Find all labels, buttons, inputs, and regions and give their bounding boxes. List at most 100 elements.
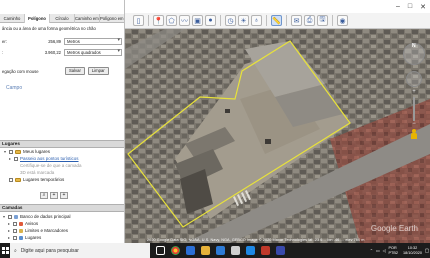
system-tray: ⌃ ▭ ◁ POR PTB2 10:32 18/10/2020 [370, 243, 422, 258]
places-header[interactable]: Lugares [0, 140, 124, 148]
checkbox[interactable] [13, 221, 17, 226]
look-joystick-icon[interactable] [406, 71, 422, 87]
network-icon[interactable]: ▭ [376, 248, 380, 253]
taskbar-apps [156, 246, 285, 255]
borders-icon [19, 228, 23, 233]
sunlight-icon[interactable]: ☀ [238, 15, 249, 26]
search-result-item[interactable]: Campo [6, 85, 22, 91]
google-earth-app-icon[interactable] [231, 246, 240, 255]
zoom-track[interactable] [413, 97, 415, 121]
map-status-bar: 2020 Google Data SIO, NOAA, U.S. Navy, N… [147, 238, 365, 242]
toolbar-separator [148, 15, 149, 26]
checkbox[interactable] [9, 149, 13, 154]
compass-icon[interactable]: N [403, 43, 425, 65]
checkbox[interactable] [8, 214, 12, 219]
add-icon[interactable]: + [50, 192, 58, 199]
measure-tabs: Caminho Polígono Círculo Caminho em 3D P… [0, 14, 124, 23]
outlook-icon[interactable] [186, 246, 195, 255]
store-icon[interactable] [216, 246, 225, 255]
historical-imagery-icon[interactable]: ◷ [225, 15, 236, 26]
checkbox[interactable] [9, 177, 13, 182]
tab-3d-polygon[interactable]: Polígono em 3D [100, 14, 124, 23]
area-label: : [2, 49, 4, 55]
ruler-icon[interactable]: 📏 [271, 15, 282, 26]
list-item[interactable]: ▸ Lugares [0, 234, 124, 241]
street-view-pegman-icon[interactable] [411, 129, 417, 139]
list-item[interactable]: ▾ Banco de dados principal [0, 213, 124, 220]
taskbar-search-placeholder: Digite aqui para pesquisar [20, 247, 79, 254]
zoom-in-icon[interactable]: + [410, 89, 418, 95]
save-image-icon[interactable]: 🖫 [317, 15, 328, 26]
clock[interactable]: 10:32 18/10/2020 [403, 246, 422, 255]
volume-icon[interactable]: ◁ [383, 248, 386, 253]
mouse-navigation-checkbox[interactable]: egação com mouse [2, 69, 62, 74]
tab-circle[interactable]: Círculo [50, 14, 75, 23]
list-item-label: Meus lugares [23, 149, 51, 154]
folder-icon [15, 177, 21, 182]
tab-3d-path[interactable]: Caminho em 3D [75, 14, 100, 23]
measure-description: ância ou a área de uma forma geométrica … [2, 26, 96, 31]
file-explorer-icon[interactable] [201, 246, 210, 255]
list-item[interactable]: ▸ Limites e Marcadores [0, 227, 124, 234]
measure-actions: egação com mouse Salvar Limpar [0, 66, 124, 76]
zoom-slider[interactable]: + − [410, 89, 418, 127]
taskbar-search-input[interactable]: ⌕ Digite aqui para pesquisar [10, 243, 150, 258]
title-bar: – □ ✕ [125, 0, 430, 13]
places-toolbar: ⌕ + + [40, 192, 70, 199]
save-button[interactable]: Salvar [65, 67, 85, 75]
folder-icon [15, 149, 21, 154]
image-overlay-icon[interactable]: ▣ [192, 15, 203, 26]
chevron-up-icon[interactable]: ⌃ [370, 248, 373, 253]
zoom-out-icon[interactable]: − [410, 121, 418, 127]
notifications-icon[interactable]: ▢ [424, 243, 430, 258]
sidebar: Caminho Polígono Círculo Caminho em 3D P… [0, 0, 125, 243]
placemark-icon[interactable]: 📍 [153, 15, 164, 26]
search-icon[interactable]: ⌕ [40, 192, 48, 199]
path-icon[interactable]: 〰 [179, 15, 190, 26]
record-tour-icon[interactable]: ● [205, 15, 216, 26]
sidebar-toggle-icon[interactable]: ▯ [133, 15, 144, 26]
tab-path[interactable]: Caminho [0, 14, 25, 23]
area-unit-select[interactable]: Metros quadrados [64, 48, 122, 56]
email-icon[interactable]: ✉ [291, 15, 302, 26]
list-item-label: Certifique-se de que a camada [20, 163, 82, 168]
language-indicator[interactable]: POR PTB2 [388, 246, 398, 255]
layers-list: ▾ Banco de dados principal ▸ Avisos ▸ Li… [0, 213, 124, 241]
planets-icon[interactable]: ♁ [251, 15, 262, 26]
add-folder-icon[interactable]: + [60, 192, 68, 199]
list-item[interactable]: Lugares temporários [0, 176, 124, 183]
perimeter-value: 256,89 [48, 38, 61, 44]
windows-start-icon[interactable] [0, 243, 10, 258]
maximize-icon[interactable]: □ [408, 3, 412, 10]
toolbar: ▯ 📍 ⬠ 〰 ▣ ● ◷ ☀ ♁ 📏 ✉ ⎙ 🖫 ◉ [125, 13, 430, 29]
keyboard-label: PTB2 [388, 250, 398, 255]
map-view[interactable]: N + − Google Earth 2020 Google Data SIO,… [125, 29, 430, 243]
perimeter-unit-select[interactable]: Metros [64, 37, 122, 45]
close-icon[interactable]: ✕ [420, 3, 426, 11]
google-earth-watermark: Google Earth [370, 224, 418, 233]
checkbox[interactable] [14, 156, 18, 161]
places-list: ▾ Meus lugares ▸ Passeio aos pontos turí… [0, 148, 124, 183]
polygon-icon[interactable]: ⬠ [166, 15, 177, 26]
app-icon[interactable] [261, 246, 270, 255]
layers-header[interactable]: Camadas [0, 204, 124, 212]
tab-polygon[interactable]: Polígono [25, 14, 50, 23]
edge-icon[interactable] [246, 246, 255, 255]
area-row: : 3.960,22 Metros quadrados [2, 48, 122, 56]
chrome-icon[interactable] [171, 246, 180, 255]
task-view-icon[interactable] [156, 246, 165, 255]
list-item[interactable]: ▸ Passeio aos pontos turísticos [0, 155, 124, 162]
area-value: 3.960,22 [44, 49, 61, 55]
clear-button[interactable]: Limpar [87, 67, 109, 75]
places-icon [19, 235, 23, 240]
toolbar-separator [266, 15, 267, 26]
list-item[interactable]: ▾ Meus lugares [0, 148, 124, 155]
google-maps-icon[interactable]: ◉ [337, 15, 348, 26]
checkbox[interactable] [13, 235, 17, 240]
minimize-icon[interactable]: – [396, 3, 400, 10]
list-item[interactable]: ▸ Avisos [0, 220, 124, 227]
print-icon[interactable]: ⎙ [304, 15, 315, 26]
list-item: 3D está marcada [0, 169, 124, 176]
word-icon[interactable] [276, 246, 285, 255]
checkbox[interactable] [13, 228, 17, 233]
